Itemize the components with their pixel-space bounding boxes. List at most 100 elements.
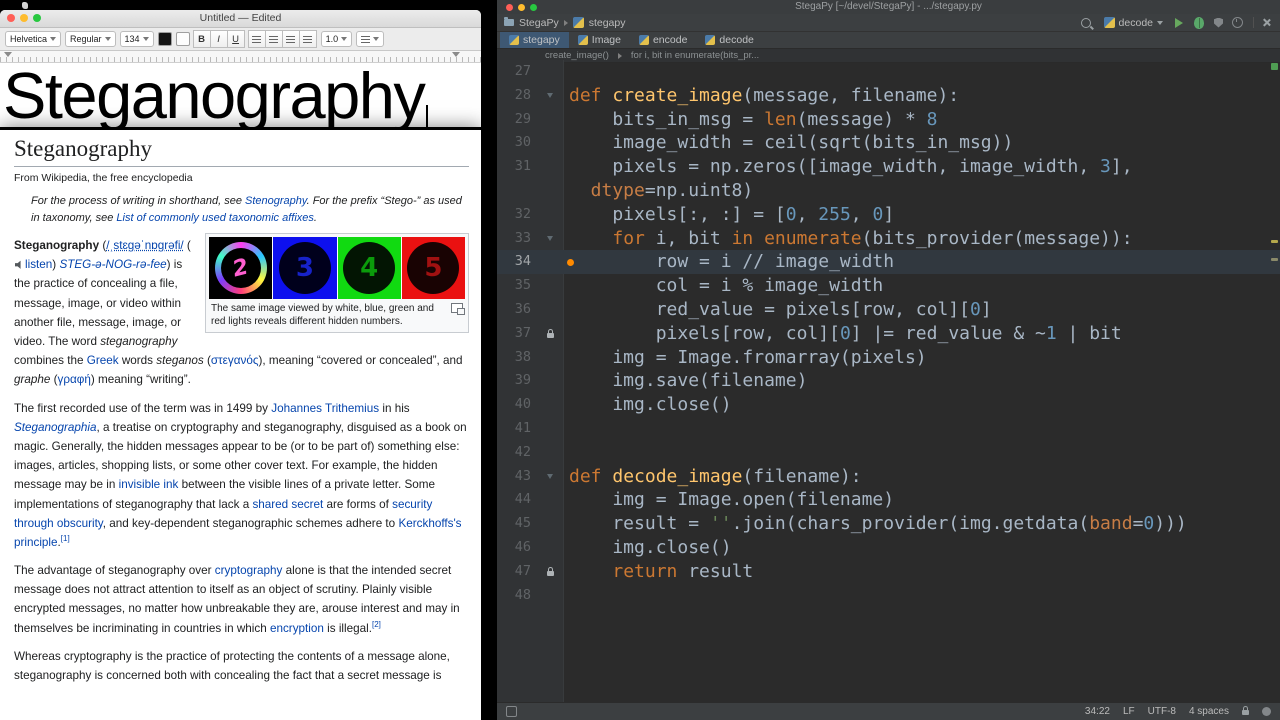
fold-icon[interactable] [537,227,563,251]
code-line-41[interactable]: 41 [497,417,1280,441]
code-line-45[interactable]: 45 result = ''.join(chars_provider(img.g… [497,512,1280,536]
error-stripe-mark[interactable] [1271,258,1278,261]
code-line-40[interactable]: 40 img.close() [497,393,1280,417]
wiki-link[interactable]: encryption [270,622,324,635]
apple-menu-icon[interactable] [22,2,28,9]
debug-button[interactable] [1194,16,1204,29]
run-button[interactable] [1175,17,1183,28]
code-line-29[interactable]: 29 bits_in_msg = len(message) * 8 [497,108,1280,132]
indent-marker-left[interactable] [4,52,12,57]
nav-module[interactable]: stegapy [589,17,626,29]
wiki-link[interactable]: Steganographia [14,421,97,434]
code-line-34[interactable]: 34 row = i // image_width [497,250,1280,275]
code-line-28[interactable]: 28 def create_image(message, filename): [497,84,1280,108]
font-style-select[interactable]: Regular [65,31,116,47]
text-color-well[interactable] [157,32,172,46]
code-line-27[interactable]: 27 [497,60,1280,84]
wiki-link[interactable]: List of commonly used taxonomic affixes [116,212,313,224]
caret-position[interactable]: 34:22 [1085,706,1110,717]
editor-tab-decode[interactable]: decode [696,32,762,48]
underline-button[interactable]: U [226,30,245,48]
profiler-button[interactable] [1232,17,1243,28]
speaker-icon[interactable] [15,260,21,269]
list-style-select[interactable] [356,31,385,47]
align-right-button[interactable] [298,30,317,48]
wiki-link[interactable]: STEG-ə-NOG-rə-fee [59,258,166,271]
align-center-button[interactable] [264,30,283,48]
document-area[interactable]: Steganography [0,63,481,128]
close-button[interactable] [506,4,513,11]
wiki-link[interactable]: Johannes Trithemius [271,402,379,415]
indent-style[interactable]: 4 spaces [1189,706,1229,717]
search-icon[interactable] [1080,17,1091,28]
align-left-button[interactable] [247,30,266,48]
wiki-link[interactable]: Stenography [245,195,307,207]
code-text: img = Image.fromarray(pixels) [569,346,927,368]
tool-window-toggle-icon[interactable] [506,706,517,717]
wiki-link[interactable]: listen [25,258,52,271]
textedit-titlebar[interactable]: Untitled — Edited [0,10,481,28]
wiki-link[interactable]: [2] [372,620,381,629]
steganography-image[interactable]: 2 3 4 5 [209,237,465,300]
zoom-button[interactable] [33,14,41,22]
minimize-button[interactable] [518,4,525,11]
nav-project[interactable]: StegaPy [519,17,559,29]
lock-icon[interactable] [537,322,563,346]
editor-tab-encode[interactable]: encode [630,32,696,48]
line-separator[interactable]: LF [1123,706,1135,717]
wiki-link[interactable]: Greek [87,354,119,367]
code-line-33[interactable]: 33 for i, bit in enumerate(bits_provider… [497,227,1280,251]
fold-icon[interactable] [537,465,563,489]
code-line-38[interactable]: 38 img = Image.fromarray(pixels) [497,346,1280,370]
editor-tab-Image[interactable]: Image [569,32,630,48]
zoom-button[interactable] [530,4,537,11]
code-line-48[interactable]: 48 [497,584,1280,608]
wiki-link[interactable]: [1] [61,534,70,543]
wiki-link[interactable]: shared secret [252,498,323,511]
code-line-44[interactable]: 44 img = Image.open(filename) [497,488,1280,512]
gutter [537,155,563,179]
wiki-link[interactable]: invisible ink [119,478,179,491]
editor-tab-stegapy[interactable]: stegapy [500,32,569,48]
minimize-button[interactable] [20,14,28,22]
line-spacing-select[interactable]: 1.0 [320,31,353,47]
enlarge-icon[interactable] [451,303,465,316]
inspections-profile-icon[interactable] [1262,707,1271,716]
close-button[interactable] [7,14,15,22]
document-color-well[interactable] [175,32,190,46]
code-line-30[interactable]: 30 image_width = ceil(sqrt(bits_in_msg)) [497,131,1280,155]
font-family-select[interactable]: Helvetica [5,31,62,47]
lock-icon[interactable] [1242,706,1249,715]
code-line-47[interactable]: 47 return result [497,560,1280,584]
wiki-link[interactable]: στεγανός [211,354,259,367]
code-line-42[interactable]: 42 [497,441,1280,465]
code-line-36[interactable]: 36 red_value = pixels[row, col][0] [497,298,1280,322]
pycharm-titlebar[interactable]: StegaPy [~/devel/StegaPy] - .../stegapy.… [497,0,1280,14]
code-line-46[interactable]: 46 img.close() [497,536,1280,560]
code-line-31[interactable]: 31 pixels = np.zeros([image_width, image… [497,155,1280,179]
align-justify-button[interactable] [281,30,300,48]
ruler[interactable] [0,51,481,63]
bold-button[interactable]: B [192,30,211,48]
font-size-select[interactable]: 134 [119,31,154,47]
code-line-43[interactable]: 43 def decode_image(filename): [497,465,1280,489]
text-segment: graphe [14,373,51,387]
indent-marker-right[interactable] [452,52,460,57]
code-line-35[interactable]: 35 col = i % image_width [497,274,1280,298]
code-editor[interactable]: 27 28 def create_image(message, filename):… [497,60,1280,703]
code-line-39[interactable]: 39 img.save(filename) [497,369,1280,393]
wiki-link[interactable]: cryptography [215,564,283,577]
error-stripe-mark[interactable] [1271,240,1278,243]
stop-button[interactable] [1262,18,1271,27]
coverage-button[interactable] [1214,17,1223,28]
run-configuration-select[interactable]: decode [1100,17,1167,29]
code-line-37[interactable]: 37 pixels[row, col][0] |= red_value & ~1… [497,322,1280,346]
fold-icon[interactable] [537,84,563,108]
code-line-32[interactable]: 32 pixels[:, :] = [0, 255, 0] [497,203,1280,227]
italic-button[interactable]: I [209,30,228,48]
wiki-link[interactable]: γραφή [58,373,91,386]
code-line-wrap[interactable]: dtype=np.uint8) [497,179,1280,203]
file-encoding[interactable]: UTF-8 [1148,706,1176,717]
lock-icon[interactable] [537,560,563,584]
inspection-status-icon[interactable] [1271,63,1278,70]
